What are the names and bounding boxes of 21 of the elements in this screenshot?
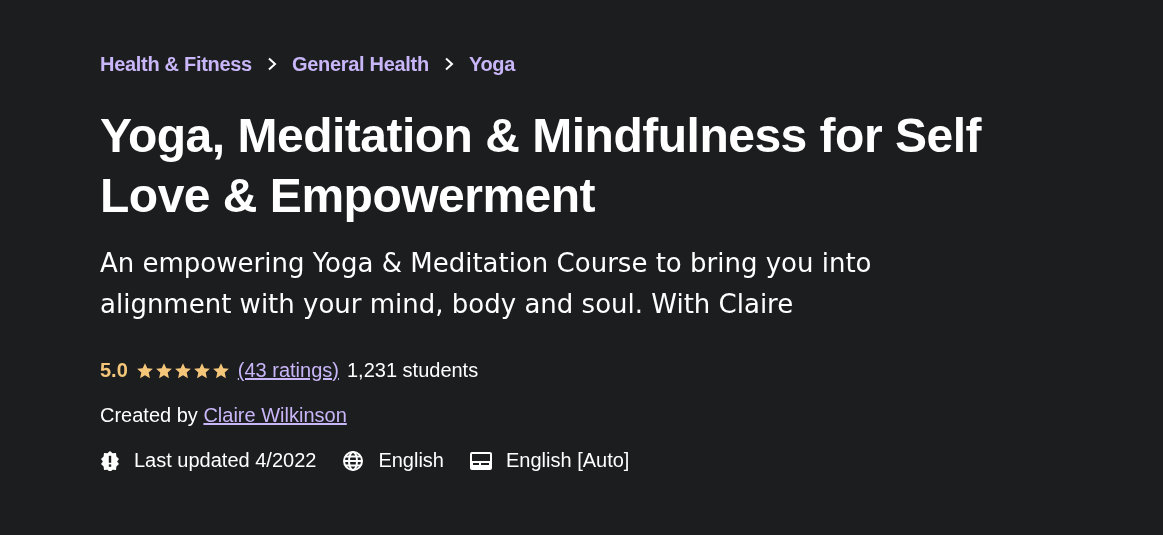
breadcrumb-link[interactable]: Health & Fitness [100,52,252,76]
meta-text: English [Auto] [506,449,630,472]
captions-icon [470,451,492,470]
star-icon [211,361,230,380]
globe-icon [342,449,365,472]
star-icon [192,361,211,380]
meta-text: Last updated 4/2022 [134,449,317,472]
course-title: Yoga, Meditation & Mindfulness for Self Love & Empowerment [100,108,983,224]
star-icon [135,361,154,380]
breadcrumb-link[interactable]: Yoga [468,52,516,76]
instructor-link[interactable]: Claire Wilkinson [203,404,347,426]
star-icon [154,361,173,380]
meta-text: English [378,449,444,472]
breadcrumb-link[interactable]: General Health [291,52,429,76]
course-subtitle: An empowering Yoga & Meditation Course to bring you into alignment with your mind, body and soul. With Claire [100,247,873,321]
ratings-link[interactable]: (43 ratings) [237,359,339,382]
rating-score: 5.0 [100,359,128,382]
alert-badge-icon [100,450,120,471]
star-icon [173,361,192,380]
created-by-label: Created by [100,404,198,426]
student-count: 1,231 students [346,359,479,382]
